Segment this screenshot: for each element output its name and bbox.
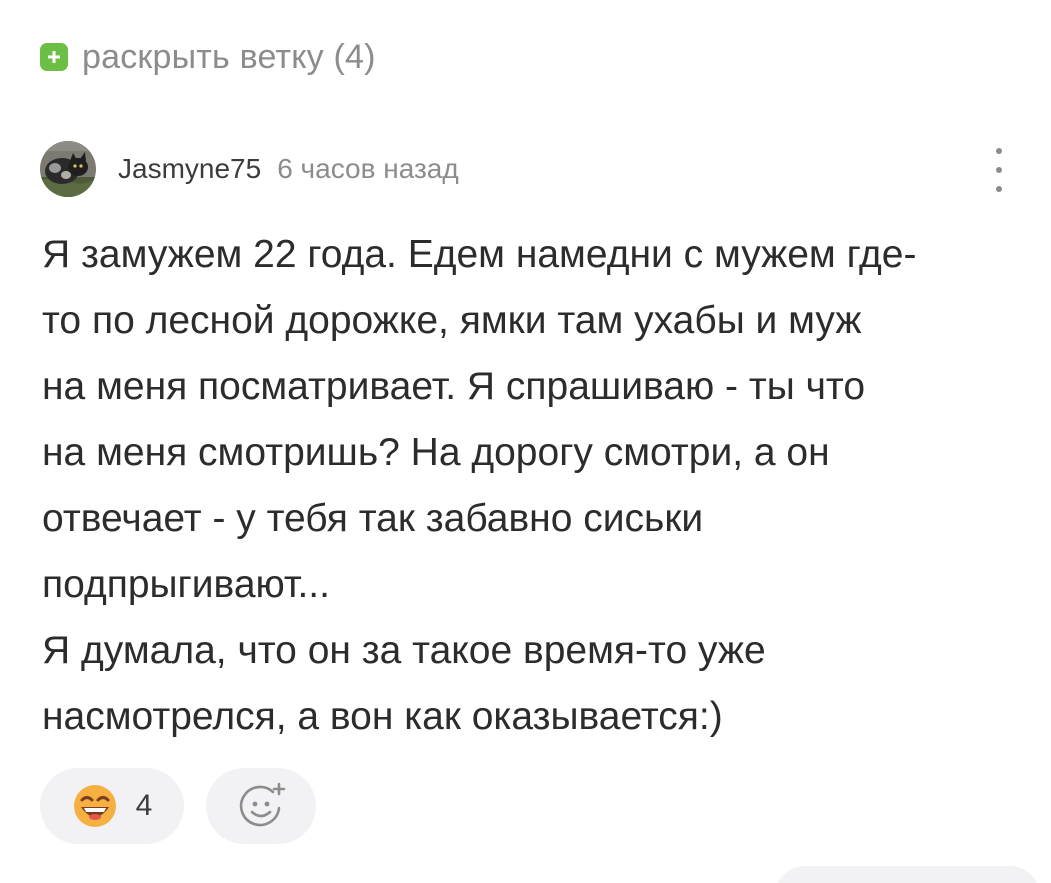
comment-text-line: на меня смотришь? На дорогу смотри, а он xyxy=(42,431,830,474)
more-vertical-icon[interactable] xyxy=(984,144,1014,196)
comment-text-line: Я замужем 22 года. Едем намедни с мужем … xyxy=(42,233,917,276)
comment-thread-page: раскрыть ветку (4) Jasmyne75 6 часов наз… xyxy=(0,0,1051,883)
menu-dot xyxy=(996,148,1002,154)
comment-text-line: отвечает - у тебя так забавно сиськи xyxy=(42,497,704,540)
comment-author[interactable]: Jasmyne75 xyxy=(118,153,261,185)
expand-thread-button[interactable]: раскрыть ветку (4) xyxy=(40,32,376,82)
reaction-button[interactable]: 4 xyxy=(40,768,184,844)
expand-thread-label: раскрыть ветку (4) xyxy=(82,37,376,76)
menu-dot xyxy=(996,167,1002,173)
comment-text-line: на меня посматривает. Я спрашиваю - ты ч… xyxy=(42,365,866,408)
add-reaction-button[interactable] xyxy=(206,768,316,844)
add-reaction-icon xyxy=(239,782,286,827)
reaction-count: 4 xyxy=(135,789,153,822)
comment-text-line: то по лесной дорожке, ямки там ухабы и м… xyxy=(42,299,862,342)
avatar[interactable] xyxy=(40,141,96,197)
bottom-floating-button[interactable] xyxy=(775,866,1040,883)
menu-dot xyxy=(996,186,1002,192)
grinning-emoji-icon xyxy=(73,785,116,827)
comment-timestamp: 6 часов назад xyxy=(277,153,459,184)
plus-icon xyxy=(40,43,68,71)
comment-text-line: Я думала, что он за такое время-то уже xyxy=(42,629,766,672)
reactions-bar: 4 xyxy=(40,768,316,844)
comment-text-line: насмотрелся, а вон как оказывается:) xyxy=(42,695,723,738)
comment-text-line: подпрыгивают... xyxy=(42,563,330,606)
cat-avatar-icon xyxy=(40,141,96,197)
comment-header: Jasmyne75 6 часов назад xyxy=(40,140,1020,198)
comment-body: Я замужем 22 года. Едем намедни с мужем … xyxy=(42,222,1027,750)
